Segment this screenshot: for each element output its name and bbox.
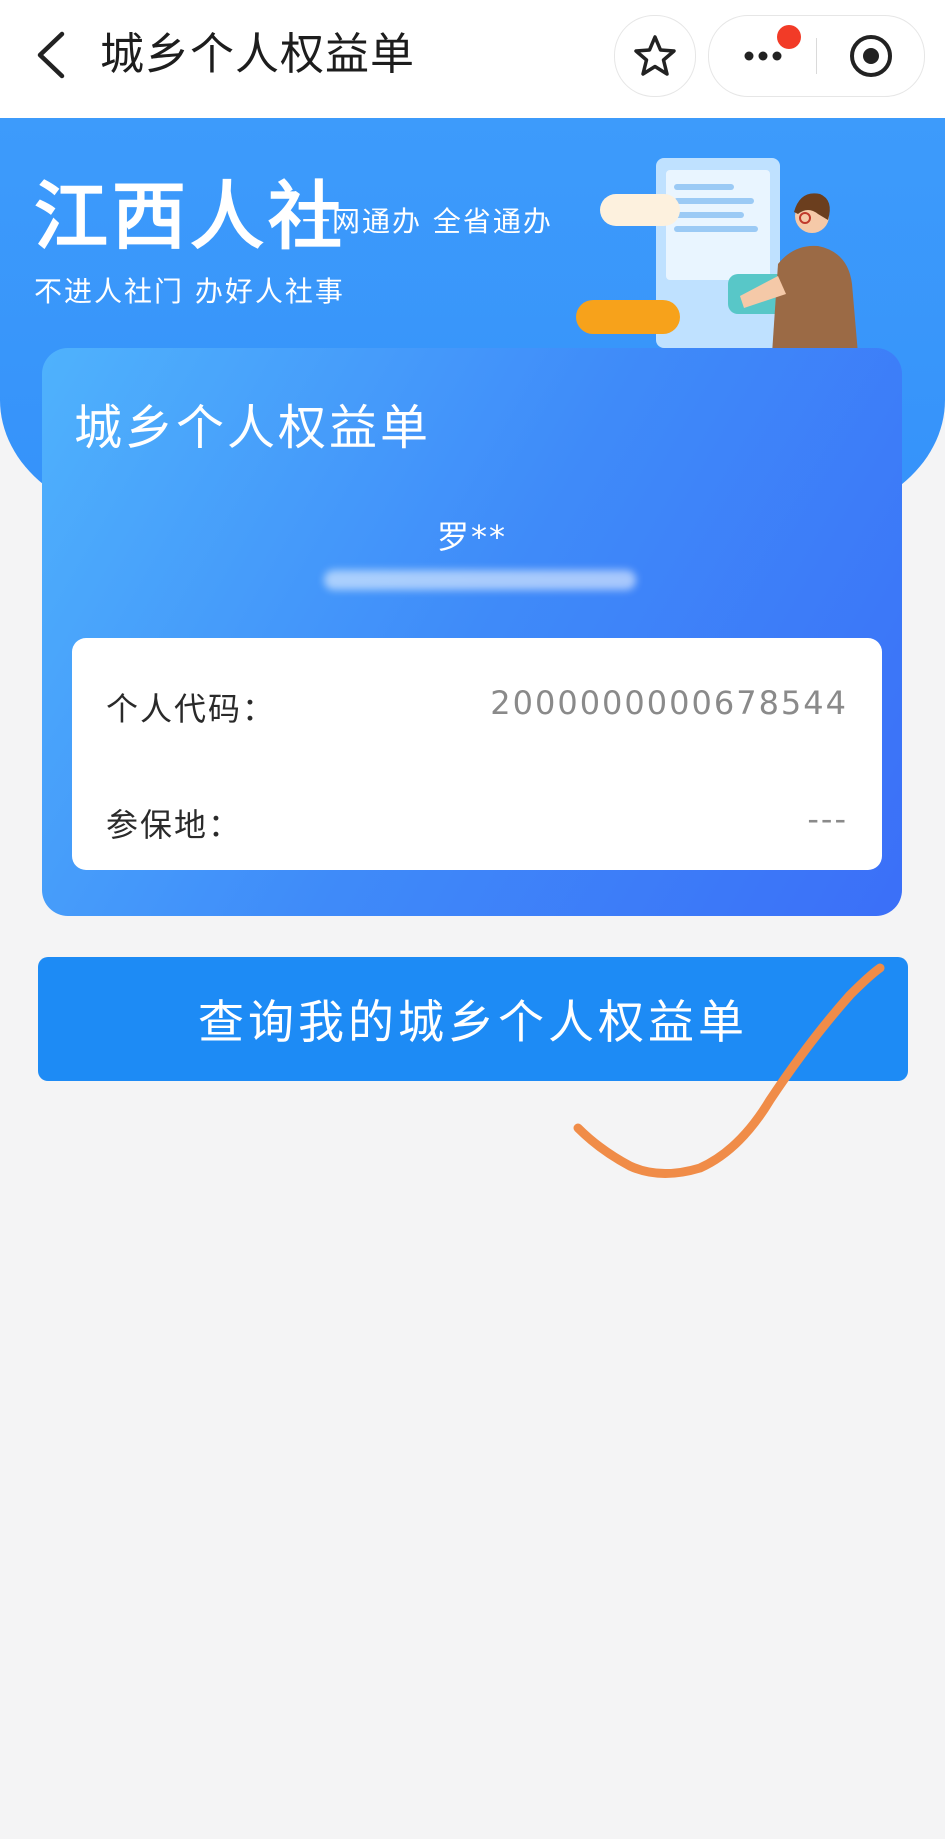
person-with-document-illustration xyxy=(576,158,858,354)
banner-slogan-primary: 一网通办 全省通办 xyxy=(302,205,553,238)
mini-program-capsule xyxy=(708,15,925,97)
close-mini-program-button[interactable] xyxy=(817,16,924,96)
chevron-left-icon xyxy=(37,31,65,79)
favorite-button[interactable] xyxy=(614,15,696,97)
holder-name: 罗** xyxy=(436,518,507,556)
personal-code-label: 个人代码： xyxy=(106,690,277,728)
star-icon xyxy=(634,35,676,76)
insured-place-value: --- xyxy=(807,800,848,838)
info-panel: 个人代码： 2000000000678544 参保地： --- xyxy=(72,638,882,870)
more-button[interactable] xyxy=(709,16,816,96)
rights-card: 城乡个人权益单 罗** 个人代码： 2000000000678544 参保地： … xyxy=(42,348,902,916)
insured-place-label: 参保地： xyxy=(106,806,243,844)
notification-badge xyxy=(777,25,801,49)
personal-code-value: 2000000000678544 xyxy=(490,684,848,722)
back-button[interactable] xyxy=(28,28,74,82)
page-title: 城乡个人权益单 xyxy=(100,29,415,80)
info-row-insured-place: 参保地： --- xyxy=(72,790,882,850)
info-row-personal-code: 个人代码： 2000000000678544 xyxy=(72,674,882,734)
card-title: 城乡个人权益单 xyxy=(74,400,432,456)
more-dots-icon xyxy=(744,51,781,61)
banner-slogan-secondary: 不进人社门 办好人社事 xyxy=(34,275,345,308)
id-number-redacted xyxy=(324,570,636,590)
target-circle-icon xyxy=(849,35,892,77)
top-nav-bar: 城乡个人权益单 xyxy=(0,0,945,118)
brand-logo: 江西人社 xyxy=(34,174,346,260)
query-rights-button[interactable]: 查询我的城乡个人权益单 xyxy=(38,957,908,1081)
